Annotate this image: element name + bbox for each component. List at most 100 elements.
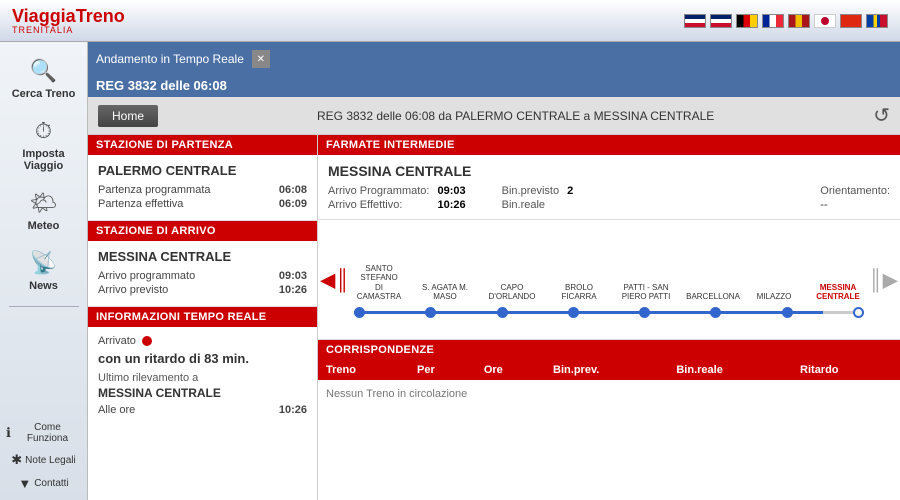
alle-ore-value: 10:26 (279, 404, 307, 416)
arrivo-prog-label: Arrivo programmato (98, 270, 195, 282)
orientamento-value: -- (820, 199, 890, 211)
arrivo-prog-row: Arrivo programmato 09:03 (98, 270, 307, 282)
train-subtitle: REG 3832 delle 06:08 (88, 76, 900, 97)
flag-ru[interactable] (866, 14, 888, 28)
partenza-eff-value: 06:09 (279, 198, 307, 210)
flag-de[interactable] (736, 14, 758, 28)
track-line-row (354, 302, 864, 322)
arrivato-label: Arrivato (98, 335, 136, 347)
farmate-box: MESSINA CENTRALE Arrivo Programmato: 09:… (318, 155, 900, 220)
stazione-arrivo-header: STAZIONE DI ARRIVO (88, 221, 317, 241)
close-tab-button[interactable]: ✕ (252, 50, 270, 68)
red-dot-icon (142, 336, 152, 346)
flag-cn[interactable] (840, 14, 862, 28)
app-logo: ViaggiaTreno TRENITALIA (12, 6, 125, 35)
search-icon: 🔍 (30, 58, 57, 84)
ritardo-text: con un ritardo di 83 min. (98, 351, 307, 366)
stazione-partenza-name: PALERMO CENTRALE (98, 163, 307, 178)
sidebar-item-note-legali[interactable]: ✱ Note Legali (5, 449, 82, 471)
farmate-header: FARMATE INTERMEDIE (318, 135, 900, 155)
corr-header: CORRISPONDENZE (318, 340, 900, 360)
sidebar-divider (9, 306, 79, 307)
station-label-1: S. AGATA M.MASO (422, 283, 468, 302)
info-tempo-box: Arrivato con un ritardo di 83 min. Ultim… (88, 327, 317, 500)
inner-content: Home REG 3832 delle 06:08 da PALERMO CEN… (88, 97, 900, 500)
stazione-partenza-box: PALERMO CENTRALE Partenza programmata 06… (88, 155, 317, 221)
sidebar-label-cerca-treno: Cerca Treno (12, 88, 76, 100)
two-column-layout: STAZIONE DI PARTENZA PALERMO CENTRALE Pa… (88, 135, 900, 500)
partenza-prog-value: 06:08 (279, 184, 307, 196)
route-track: SANTO STEFANODI CAMASTRA S. AGATA M.MASO… (354, 230, 864, 331)
arrivo-eff-val2: 10:26 (437, 199, 465, 211)
train-tab: Andamento in Tempo Reale ✕ (88, 42, 900, 76)
no-train-message: Nessun Treno in circolazione (318, 380, 900, 408)
station-label-5: BARCELLONA (690, 292, 736, 302)
train-tab-title: Andamento in Tempo Reale (96, 52, 244, 66)
logo-viaggia: Viaggia (12, 6, 76, 26)
sidebar-item-imposta-viaggio[interactable]: ⏱ Imposta Viaggio (6, 110, 82, 178)
station-label-3: BROLO FICARRA (556, 283, 602, 302)
sidebar-label-meteo: Meteo (28, 220, 60, 232)
station-label-4: PATTI - SANPIERO PATTI (620, 283, 672, 302)
info-tempo-header: INFORMAZIONI TEMPO REALE (88, 307, 317, 327)
right-column: FARMATE INTERMEDIE MESSINA CENTRALE Arri… (318, 135, 900, 500)
alle-ore-row: Alle ore 10:26 (98, 404, 307, 416)
sidebar-item-contatti[interactable]: ▼ Contatti (12, 473, 74, 494)
station-dots (354, 307, 864, 318)
news-icon: 📡 (30, 250, 57, 276)
route-visualization: ◀║ SANTO STEFANODI CAMASTRA S. AGATA M.M… (318, 220, 900, 340)
col-ritardo: Ritardo (792, 360, 900, 380)
dot-1 (425, 307, 436, 318)
logo-text: ViaggiaTreno (12, 6, 125, 27)
flag-uk[interactable] (684, 14, 706, 28)
language-selector[interactable] (684, 14, 888, 28)
logo-treno: Treno (76, 6, 125, 26)
clock-icon: ⏱ (35, 118, 52, 144)
sidebar: 🔍 Cerca Treno ⏱ Imposta Viaggio 🌤 Meteo … (0, 42, 88, 500)
route-scroll-right[interactable]: ║▶ (868, 267, 898, 292)
weather-icon: 🌤 (30, 190, 58, 216)
col-per: Per (409, 360, 476, 380)
stazione-partenza-header: STAZIONE DI PARTENZA (88, 135, 317, 155)
station-label-7: MESSINACENTRALE (812, 283, 864, 302)
stazione-arrivo-box: MESSINA CENTRALE Arrivo programmato 09:0… (88, 241, 317, 307)
dest-name: MESSINA CENTRALE (328, 163, 890, 179)
flag-jp[interactable] (814, 14, 836, 28)
sidebar-item-come-funziona[interactable]: ℹ Come Funziona (0, 419, 87, 447)
dot-4 (639, 307, 650, 318)
flag-es[interactable] (788, 14, 810, 28)
arrivo-prog-label2: Arrivo Programmato: (328, 185, 429, 197)
home-button[interactable]: Home (98, 105, 158, 127)
sidebar-item-meteo[interactable]: 🌤 Meteo (6, 182, 82, 238)
info-icon: ℹ (6, 425, 11, 441)
ultimo-rilievo-station: MESSINA CENTRALE (98, 386, 307, 400)
sidebar-item-news[interactable]: 📡 News (6, 242, 82, 298)
route-scroll-left[interactable]: ◀║ (320, 267, 350, 292)
flag-en[interactable] (710, 14, 732, 28)
partenza-eff-row: Partenza effettiva 06:09 (98, 198, 307, 210)
chevron-down-icon: ▼ (18, 476, 31, 491)
refresh-button[interactable]: ↺ (873, 103, 890, 128)
orientamento-label: Orientamento: (820, 185, 890, 197)
col-ore: Ore (476, 360, 545, 380)
dot-6 (782, 307, 793, 318)
train-route-info: REG 3832 delle 06:08 da PALERMO CENTRALE… (168, 109, 863, 123)
main-layout: 🔍 Cerca Treno ⏱ Imposta Viaggio 🌤 Meteo … (0, 42, 900, 500)
left-column: STAZIONE DI PARTENZA PALERMO CENTRALE Pa… (88, 135, 318, 500)
alle-ore-label: Alle ore (98, 404, 135, 416)
note-legali-label: Note Legali (25, 455, 76, 466)
station-labels-row: SANTO STEFANODI CAMASTRA S. AGATA M.MASO… (354, 230, 864, 302)
star-icon: ✱ (11, 452, 22, 468)
col-binprev: Bin.prev. (545, 360, 668, 380)
dot-5 (710, 307, 721, 318)
bin-prev-label: Bin.previsto (502, 185, 559, 197)
content-area: Andamento in Tempo Reale ✕ REG 3832 dell… (88, 42, 900, 500)
arrivo-prev-row: Arrivo previsto 10:26 (98, 284, 307, 296)
top-bar: Home REG 3832 delle 06:08 da PALERMO CEN… (88, 97, 900, 135)
partenza-eff-label: Partenza effettiva (98, 198, 183, 210)
dot-7 (853, 307, 864, 318)
sidebar-item-cerca-treno[interactable]: 🔍 Cerca Treno (6, 50, 82, 106)
sidebar-bottom: ℹ Come Funziona ✱ Note Legali ▼ Contatti (0, 419, 87, 500)
arrivo-prev-value: 10:26 (279, 284, 307, 296)
flag-fr[interactable] (762, 14, 784, 28)
